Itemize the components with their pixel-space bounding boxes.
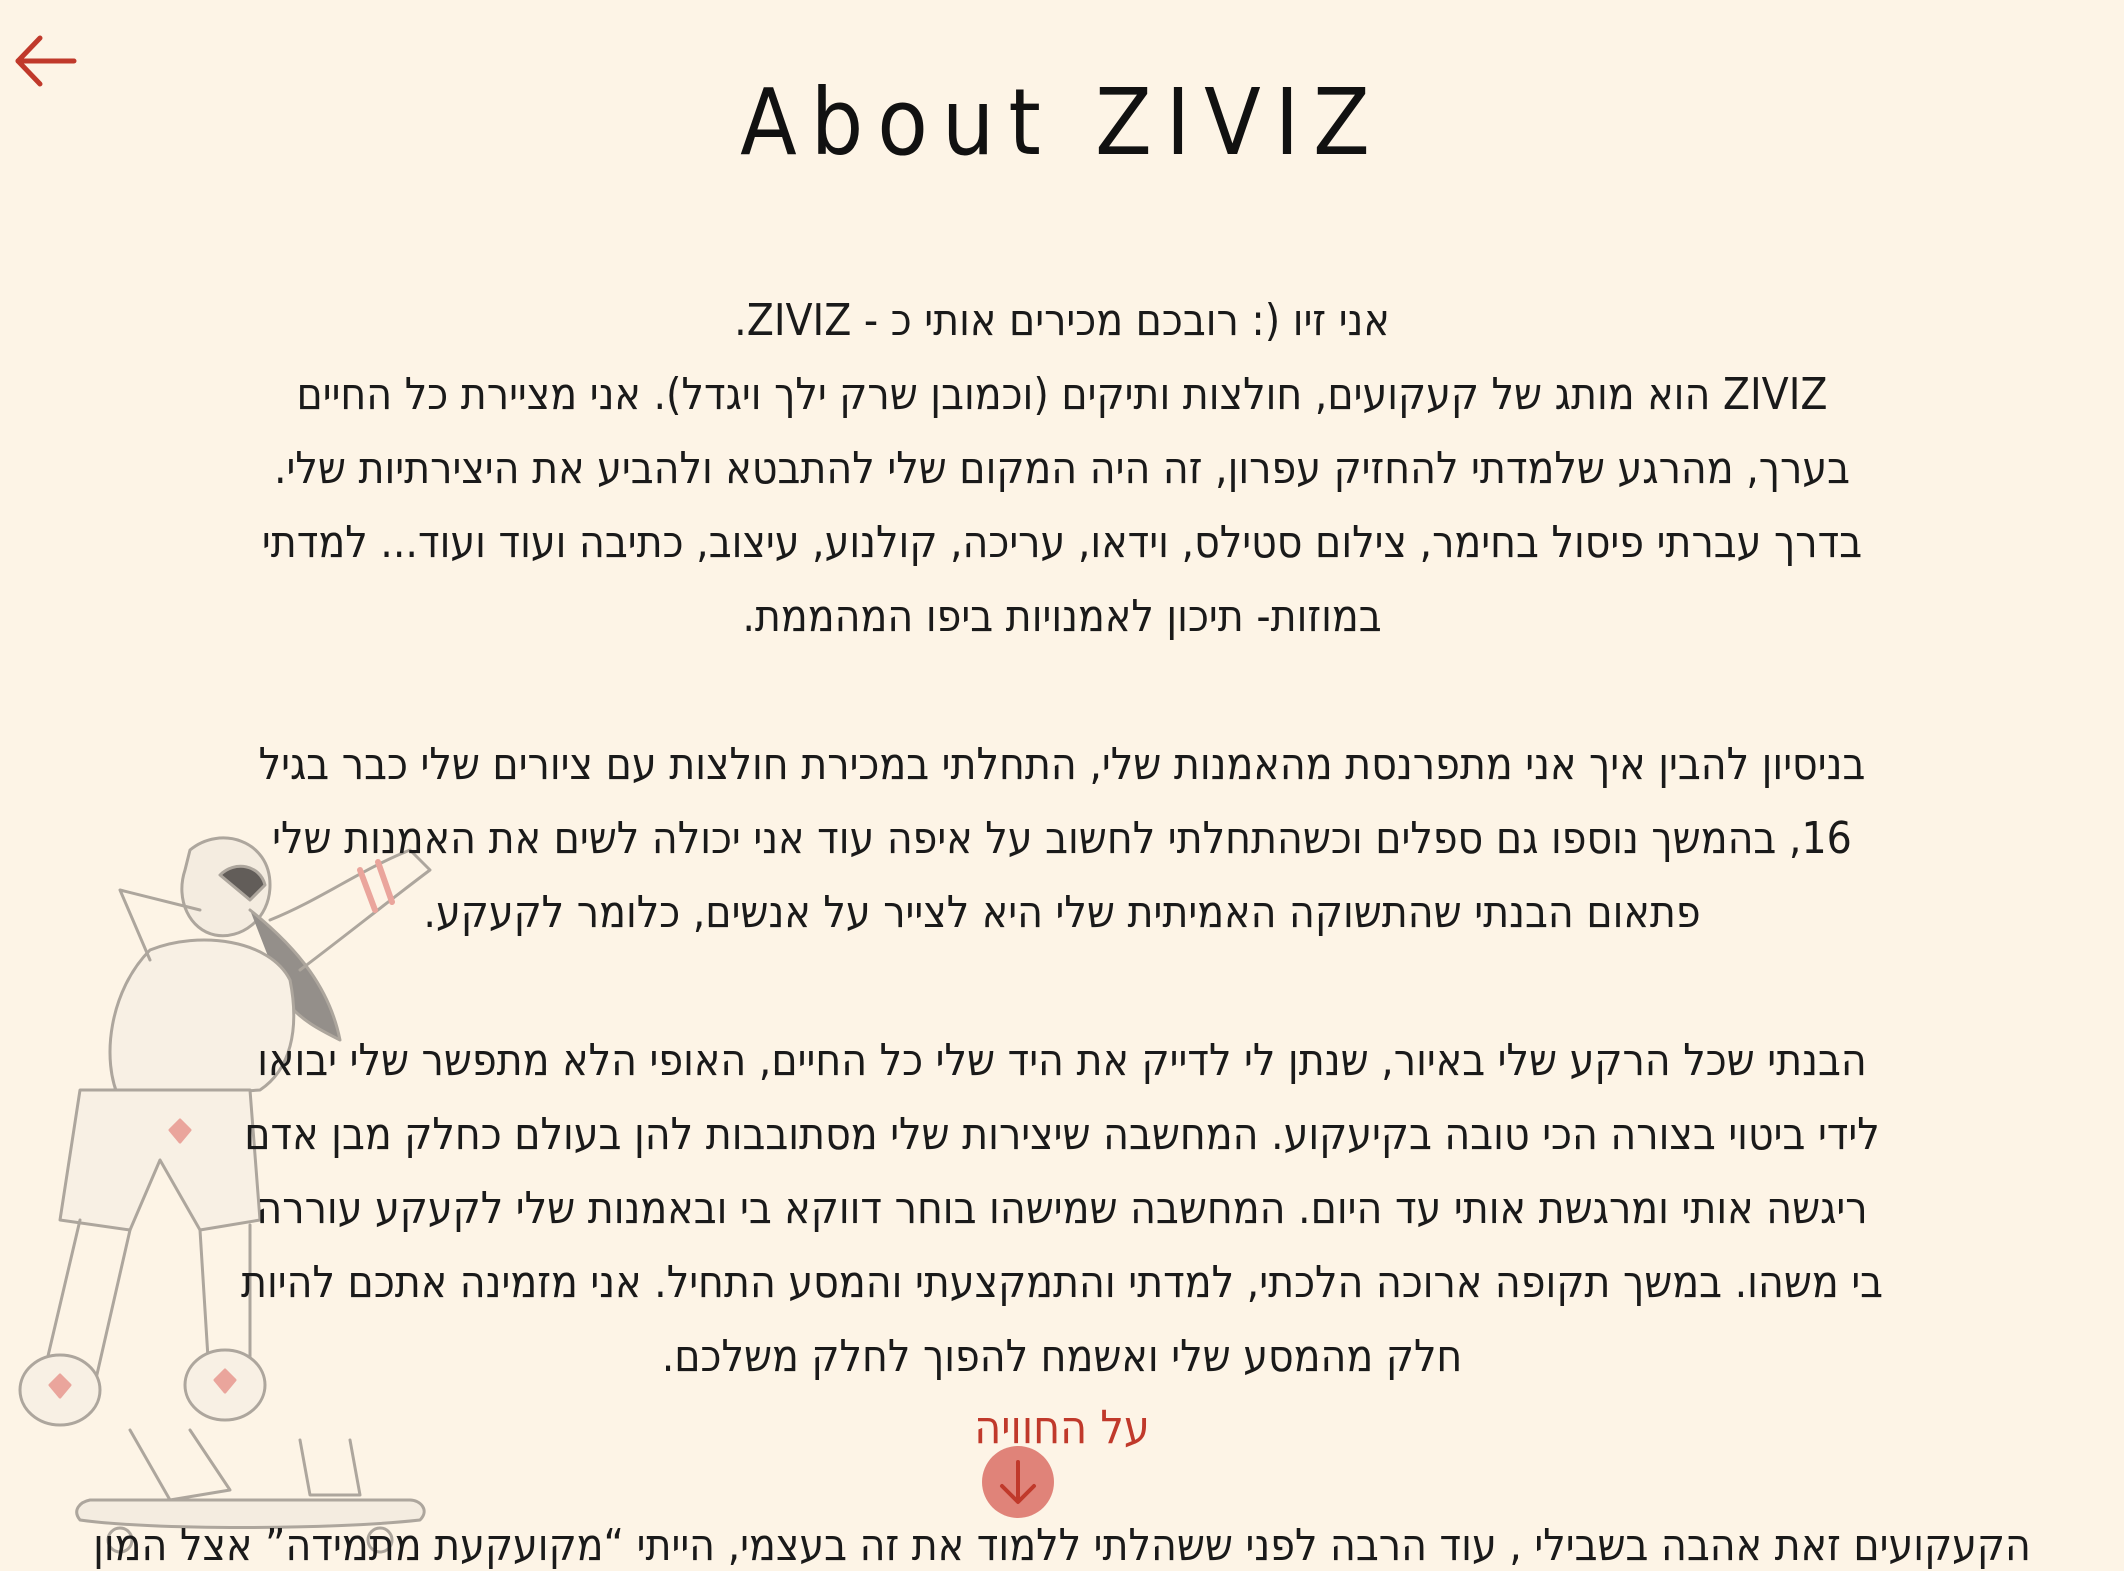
about-content: אני זיו (: רובכם מכירים אותי כ - ZIVIZ. … — [240, 284, 1884, 1468]
continued-paragraph: הקעקועים זאת אהבה בשבילי , עוד הרבה לפני… — [93, 1520, 2031, 1571]
intro-paragraph-1: אני זיו (: רובכם מכירים אותי כ - ZIVIZ. — [734, 295, 1390, 346]
story-paragraph: בניסיון להבין איך אני מתפרנסת מהאמנות של… — [258, 739, 1866, 938]
intro-paragraph-2: ZIVIZ הוא מותג של קעקועים, חולצות ותיקים… — [261, 369, 1863, 642]
arrow-down-icon — [1000, 1460, 1036, 1504]
experience-link[interactable]: על החוויה — [0, 1400, 2124, 1454]
scroll-down-button[interactable] — [982, 1446, 1054, 1518]
tattoo-paragraph: הבנתי שכל הרקע שלי באיור, שנתן לי לדייק … — [240, 1035, 1884, 1382]
page-title: About ZIVIZ — [740, 69, 1384, 176]
